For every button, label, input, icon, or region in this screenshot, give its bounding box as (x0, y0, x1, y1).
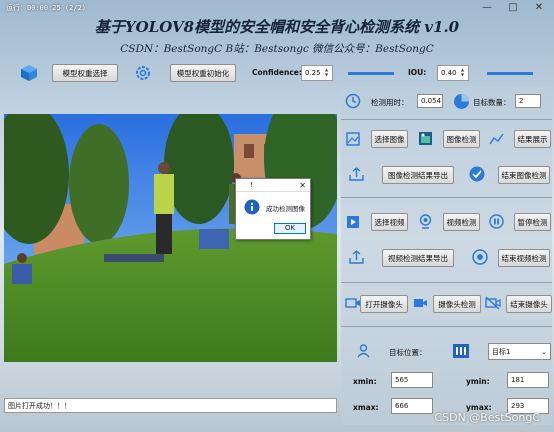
divider (341, 197, 552, 198)
confidence-value: 0.25 (305, 69, 321, 77)
iou-value: 0.40 (441, 69, 457, 77)
time-field: 0.054 (417, 94, 443, 108)
xmin-label: xmin: (353, 377, 377, 386)
status-bar: 图片打开成功！！！ (4, 398, 337, 413)
iou-spinbox[interactable]: 0.40 ▲ ▼ (437, 65, 469, 81)
target-select-value: 目标1 (492, 347, 511, 356)
confidence-slider[interactable] (348, 72, 394, 75)
xmin-field: 565 (391, 372, 433, 388)
divider (341, 282, 552, 283)
end-image-detection-button[interactable]: 结束图像检测 (498, 166, 550, 184)
iou-label: IOU: (408, 68, 427, 77)
dialog-title-text: ! (250, 181, 253, 189)
line-chart-icon (489, 132, 504, 146)
pause-detection-button[interactable]: 暂停检测 (514, 213, 551, 231)
app-title: 基于YOLOV8模型的安全帽和安全背心检测系统 v1.0 (94, 18, 460, 36)
clock-icon (345, 93, 361, 109)
close-button[interactable]: ✕ (526, 0, 552, 16)
pause-icon (489, 214, 504, 229)
dialog-close-icon[interactable]: ✕ (299, 179, 306, 192)
end-camera-button[interactable]: 结束摄像头 (506, 295, 552, 313)
camera-icon (345, 296, 361, 310)
check-circle-icon (469, 166, 485, 182)
minimize-button[interactable]: — (474, 0, 500, 16)
image-detect-icon (418, 131, 433, 146)
video-detect-icon (418, 214, 433, 229)
image-detect-button[interactable]: 图像检测 (443, 130, 480, 148)
message-dialog: ! ✕ 成功检测图像 OK (235, 178, 311, 240)
maximize-button[interactable]: □ (500, 0, 526, 16)
video-file-icon (346, 215, 360, 229)
video-detect-button[interactable]: 视频检测 (443, 213, 480, 231)
target-select[interactable]: 目标1 ⌄ (488, 343, 551, 360)
image-icon (346, 132, 360, 146)
select-image-button[interactable]: 选择图像 (371, 130, 408, 148)
camera-detect-button[interactable]: 摄像头检测 (433, 295, 481, 313)
info-icon (244, 199, 260, 215)
spin-arrows-icon[interactable]: ▲ ▼ (325, 67, 331, 77)
export-video-result-button[interactable]: 视频检测结果导出 (382, 249, 454, 267)
pie-chart-icon (453, 93, 470, 110)
open-camera-button[interactable]: 打开摄像头 (360, 295, 408, 313)
time-label: 检测用时： (371, 98, 409, 107)
gear-icon (134, 64, 152, 82)
ymin-field: 181 (507, 372, 549, 388)
watermark: CSDN @BestSongC (434, 411, 540, 424)
chevron-down-icon: ⌄ (541, 347, 547, 356)
cube-icon (20, 64, 38, 82)
target-position-label: 目标位置： (389, 348, 427, 357)
xmax-label: xmax: (353, 403, 379, 412)
select-weights-button[interactable]: 模型权重选择 (52, 64, 118, 82)
divider (341, 119, 552, 120)
init-weights-button[interactable]: 模型权重初始化 (170, 64, 236, 82)
select-video-button[interactable]: 选择视频 (371, 213, 408, 231)
export-icon (349, 167, 364, 181)
camera-off-icon (485, 296, 501, 310)
xmax-field: 666 (391, 398, 433, 414)
export-icon (349, 250, 364, 264)
list-select-icon (453, 344, 469, 358)
confidence-label: Confidence: (252, 68, 302, 77)
window-title: 运行：00:00:25 (2/2) (6, 4, 87, 12)
count-label: 目标数量： (473, 98, 511, 107)
divider (341, 326, 552, 327)
count-field: 2 (515, 94, 541, 108)
export-image-result-button[interactable]: 图像检测结果导出 (382, 166, 454, 184)
end-video-detection-button[interactable]: 结束视频检测 (498, 249, 550, 267)
video-camera-icon (413, 297, 428, 309)
confidence-spinbox[interactable]: 0.25 ▲ ▼ (301, 65, 333, 81)
spin-arrows-icon[interactable]: ▲ ▼ (461, 67, 467, 77)
app-subtitle: CSDN：BestSongC B站：Bestsongc 微信公众号：BestSo… (120, 43, 434, 55)
dialog-ok-button[interactable]: OK (274, 223, 306, 234)
user-location-icon (356, 343, 371, 358)
show-result-button[interactable]: 结果展示 (514, 130, 551, 148)
dialog-message: 成功检测图像 (266, 205, 305, 213)
iou-slider[interactable] (487, 72, 533, 75)
ymin-label: ymin: (466, 377, 490, 386)
stop-circle-icon (472, 249, 488, 265)
dialog-title: ! ✕ (236, 179, 310, 192)
